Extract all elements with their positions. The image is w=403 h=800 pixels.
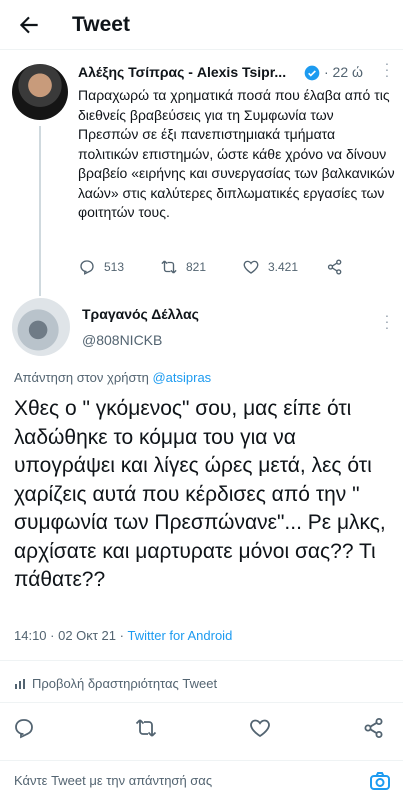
divider <box>0 660 403 661</box>
arrow-left-icon[interactable] <box>16 12 42 38</box>
reply-icon <box>80 260 94 275</box>
reply-button[interactable]: 513 <box>78 258 124 276</box>
thread-line <box>39 126 41 296</box>
share-button[interactable] <box>326 258 344 276</box>
top-bar: Tweet <box>0 0 403 50</box>
tweet-meta: 14:10 · 02 Οκτ 21 · Twitter for Android <box>14 628 232 643</box>
more-icon[interactable]: · · · <box>382 56 392 82</box>
like-button[interactable]: 3.421 <box>242 258 298 276</box>
bar-chart-icon <box>15 678 25 689</box>
share-icon[interactable] <box>362 716 388 742</box>
retweet-button[interactable]: 821 <box>160 258 206 276</box>
avatar[interactable] <box>12 64 68 120</box>
retweet-icon <box>161 260 177 274</box>
more-icon[interactable]: · · · <box>382 308 392 334</box>
author-name[interactable]: Αλέξης Τσίπρας - Alexis Tsipr... <box>78 64 298 80</box>
tweet-timestamp: 14:10 · 02 Οκτ 21 · <box>14 628 128 643</box>
reply-input[interactable]: Κάντε Tweet με την απάντησή σας <box>14 773 212 788</box>
replying-to: Απάντηση στον χρήστη @atsipras <box>14 370 211 385</box>
tweet-source[interactable]: Twitter for Android <box>128 628 233 643</box>
verified-icon <box>304 65 320 81</box>
reply-icon[interactable] <box>12 716 38 742</box>
reply-count: 513 <box>104 260 125 274</box>
avatar[interactable] <box>12 298 70 356</box>
share-icon <box>327 259 342 275</box>
tweet-actions: 513 821 3.421 <box>78 258 378 278</box>
tweet-actions <box>0 716 403 744</box>
camera-icon[interactable] <box>368 769 392 793</box>
tweet-text: Χθες ο " γκόμενος" σου, μας είπε ότι λαδ… <box>14 397 386 591</box>
author-name[interactable]: Τραγανός Δέλλας <box>82 306 199 322</box>
like-count: 3.421 <box>268 260 299 274</box>
tweet-time: · 22 ώ <box>324 64 363 80</box>
replying-prefix: Απάντηση στον χρήστη <box>14 370 153 385</box>
divider <box>0 702 403 703</box>
retweet-count: 821 <box>186 260 207 274</box>
mention-link[interactable]: @atsipras <box>152 370 211 385</box>
heart-icon[interactable] <box>248 716 274 742</box>
retweet-icon[interactable] <box>134 716 160 742</box>
view-activity-link[interactable]: Προβολή δραστηριότητας Tweet <box>14 676 217 691</box>
tweet-text: Παραχωρώ τα χρηματικά ποσά που έλαβα από… <box>78 87 395 220</box>
author-handle[interactable]: @808NICKB <box>82 332 162 348</box>
page-title: Tweet <box>72 13 130 36</box>
heart-icon <box>243 260 259 274</box>
activity-label: Προβολή δραστηριότητας Tweet <box>32 676 218 691</box>
reply-bar: Κάντε Tweet με την απάντησή σας <box>0 760 403 800</box>
